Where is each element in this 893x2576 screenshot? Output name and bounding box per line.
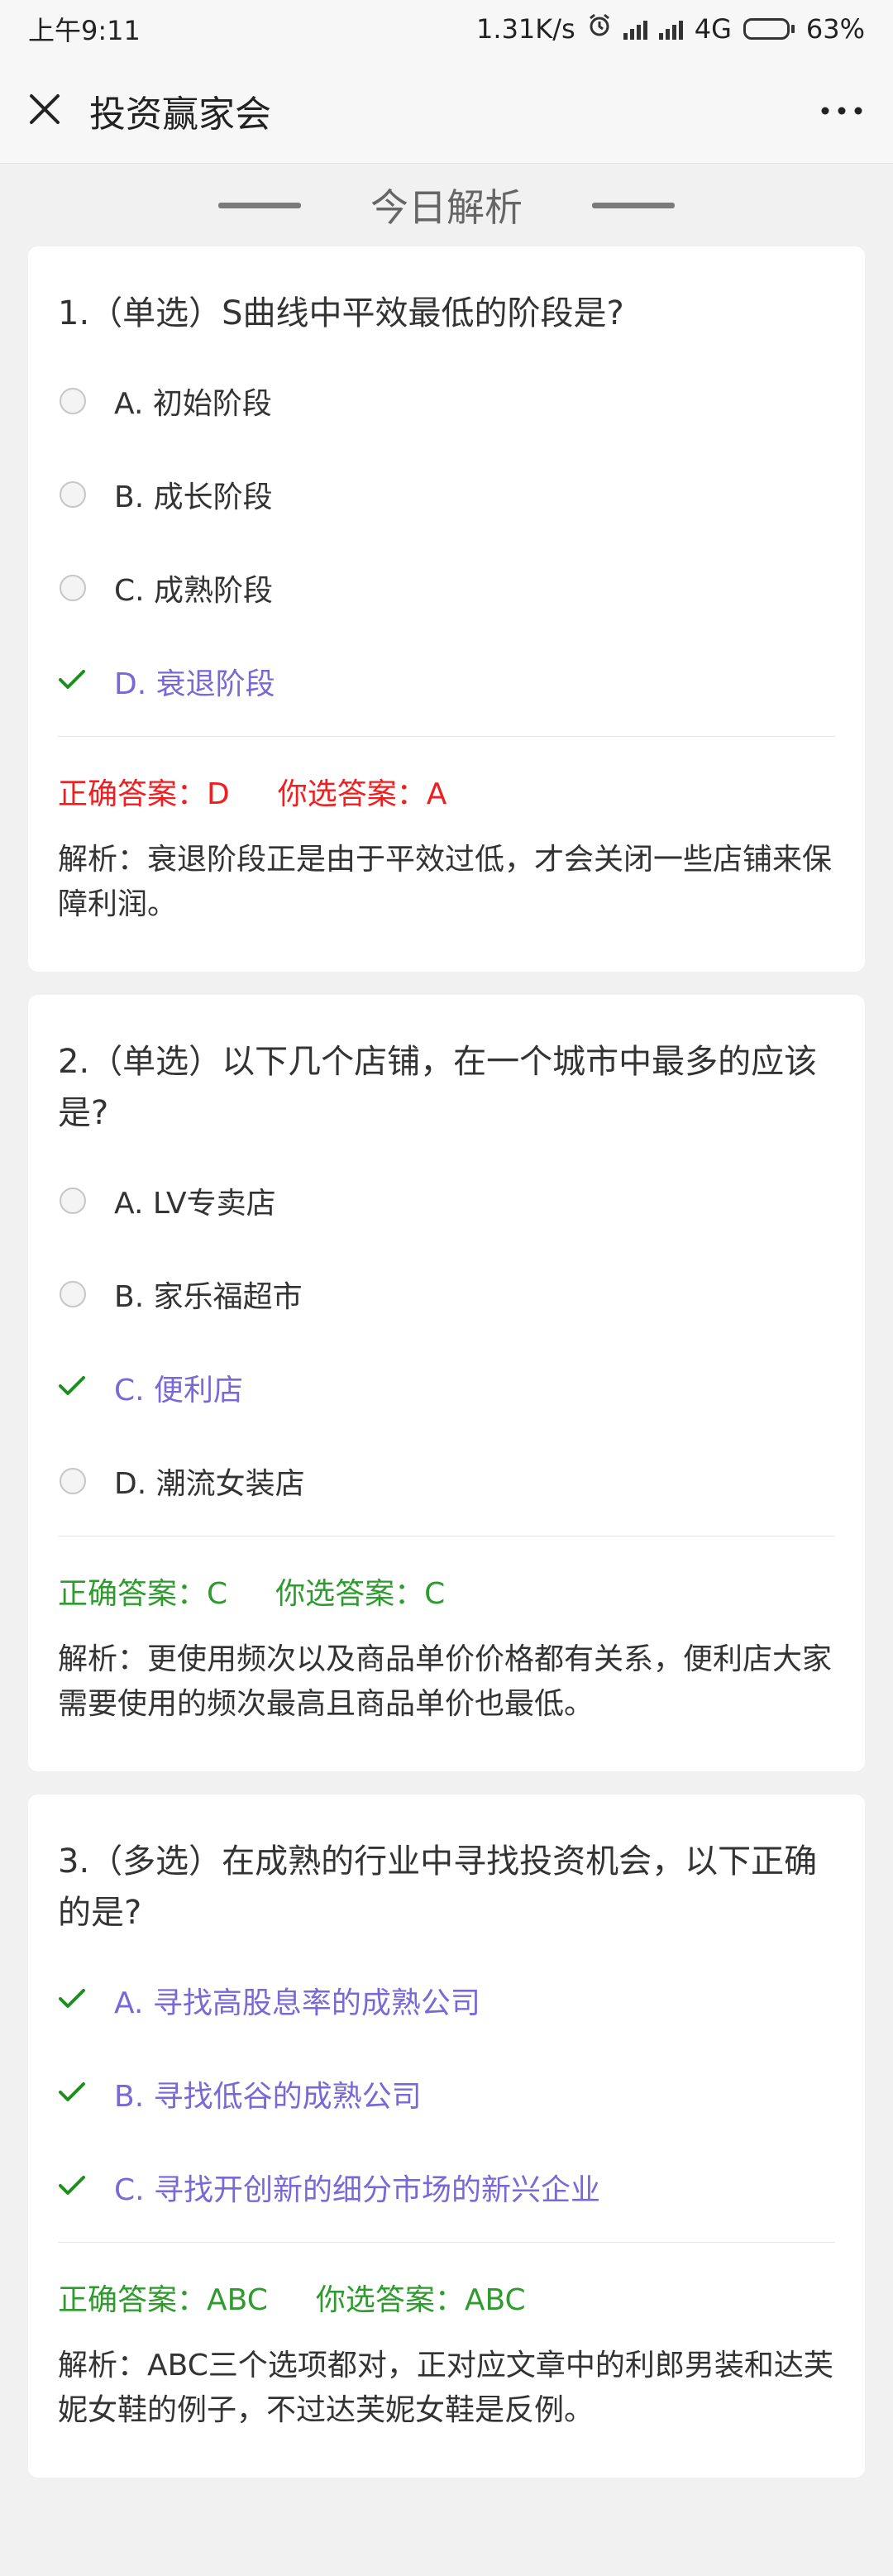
section-divider-right xyxy=(592,202,675,208)
question-card: 3.（多选）在成熟的行业中寻找投资机会，以下正确的是? A. 寻找高股息率的成熟公… xyxy=(28,1795,865,2478)
section-divider-left xyxy=(218,202,301,208)
option-label: C. 成熟阶段 xyxy=(114,573,274,608)
analysis-text: 解析：ABC三个选项都对，正对应文章中的利郎男装和达芙妮女鞋的例子，不过达芙妮女… xyxy=(58,2349,833,2427)
alarm-icon xyxy=(587,13,612,45)
answer-option[interactable]: A. 初始阶段 xyxy=(58,354,835,447)
analysis-text: 解析：衰退阶段正是由于平效过低，才会关闭一些店铺来保障利润。 xyxy=(58,843,833,921)
answer-summary: 正确答案：D 你选答案：A xyxy=(58,770,835,813)
status-time: 上午9:11 xyxy=(28,15,141,46)
answer-summary: 正确答案：ABC 你选答案：ABC xyxy=(58,2276,835,2319)
correct-answer: 正确答案：ABC xyxy=(58,2283,268,2317)
check-icon xyxy=(58,2170,86,2204)
signal-icon xyxy=(623,18,647,40)
check-icon xyxy=(58,1370,86,1404)
question-card: 2.（单选）以下几个店铺，在一个城市中最多的应该是? A. LV专卖店 B. 家乐福… xyxy=(28,995,865,1771)
radio-icon xyxy=(60,574,86,601)
check-icon xyxy=(58,664,86,698)
check-icon xyxy=(58,2077,86,2110)
answer-option[interactable]: D. 衰退阶段 xyxy=(58,634,835,728)
option-label: D. 潮流女装店 xyxy=(114,1466,305,1501)
network-type: 4G xyxy=(694,13,732,45)
question-list: 1.（单选）S曲线中平效最低的阶段是? A. 初始阶段 B. 成长阶段 C. 成熟阶段… xyxy=(0,246,893,2478)
network-speed: 1.31K/s xyxy=(476,13,575,45)
question-card: 1.（单选）S曲线中平效最低的阶段是? A. 初始阶段 B. 成长阶段 C. 成熟阶段… xyxy=(28,246,865,972)
section-header: 今日解析 xyxy=(0,164,893,246)
answer-option[interactable]: D. 潮流女装店 xyxy=(58,1434,835,1527)
option-label: B. 家乐福超市 xyxy=(114,1279,303,1314)
nav-bar: 投资赢家会 xyxy=(0,58,893,164)
signal-icon-2 xyxy=(658,18,683,40)
close-icon[interactable] xyxy=(26,91,63,131)
radio-icon xyxy=(60,480,86,508)
check-icon xyxy=(58,1983,86,2017)
answer-option[interactable]: B. 家乐福超市 xyxy=(58,1247,835,1341)
radio-icon xyxy=(60,1280,86,1307)
option-label: D. 衰退阶段 xyxy=(114,667,275,701)
option-label: A. 初始阶段 xyxy=(114,386,272,421)
option-label: A. 寻找高股息率的成熟公司 xyxy=(114,1986,480,2020)
radio-icon xyxy=(60,387,86,414)
question-title: 1.（单选）S曲线中平效最低的阶段是? xyxy=(58,294,624,332)
radio-icon xyxy=(60,1467,86,1494)
option-label: C. 便利店 xyxy=(114,1373,244,1407)
option-label: A. LV专卖店 xyxy=(114,1186,276,1221)
status-icons: 1.31K/s 4G 63% xyxy=(476,13,865,45)
section-title: 今日解析 xyxy=(370,185,523,230)
divider xyxy=(58,1536,835,1537)
option-label: B. 寻找低谷的成熟公司 xyxy=(114,2079,422,2114)
divider xyxy=(58,2242,835,2243)
option-label: B. 成长阶段 xyxy=(114,480,273,514)
answer-option[interactable]: C. 成熟阶段 xyxy=(58,541,835,634)
answer-option[interactable]: B. 寻找低谷的成熟公司 xyxy=(58,2047,835,2140)
your-answer: 你选答案：C xyxy=(275,1577,446,1611)
divider xyxy=(58,736,835,737)
answer-option[interactable]: A. 寻找高股息率的成熟公司 xyxy=(58,1953,835,2047)
question-title: 3.（多选）在成熟的行业中寻找投资机会，以下正确的是? xyxy=(58,1842,818,1932)
answer-option[interactable]: B. 成长阶段 xyxy=(58,447,835,541)
radio-icon xyxy=(60,1187,86,1214)
analysis-text: 解析：更使用频次以及商品单价价格都有关系，便利店大家需要使用的频次最高且商品单价… xyxy=(58,1642,833,1721)
answer-option[interactable]: A. LV专卖店 xyxy=(58,1154,835,1247)
your-answer: 你选答案：ABC xyxy=(315,2283,526,2317)
battery-percent: 63% xyxy=(805,13,865,45)
status-bar: 上午9:11 1.31K/s 4G 63% xyxy=(0,0,893,58)
answer-option[interactable]: C. 便利店 xyxy=(58,1341,835,1434)
page-title: 投资赢家会 xyxy=(89,93,271,136)
your-answer: 你选答案：A xyxy=(277,777,447,811)
battery-icon xyxy=(743,18,795,40)
correct-answer: 正确答案：D xyxy=(58,777,230,811)
correct-answer: 正确答案：C xyxy=(58,1577,228,1611)
question-title: 2.（单选）以下几个店铺，在一个城市中最多的应该是? xyxy=(58,1043,818,1132)
more-icon[interactable] xyxy=(817,86,867,136)
option-label: C. 寻找开创新的细分市场的新兴企业 xyxy=(114,2172,601,2207)
answer-option[interactable]: C. 寻找开创新的细分市场的新兴企业 xyxy=(58,2140,835,2234)
answer-summary: 正确答案：C 你选答案：C xyxy=(58,1570,835,1613)
